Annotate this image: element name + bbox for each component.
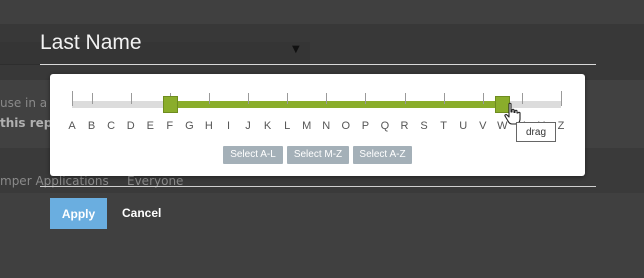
slider-letter-z: Z	[557, 120, 565, 132]
slider-letter-l: L	[284, 120, 291, 132]
slider-tick	[561, 91, 562, 106]
slider-tick	[92, 93, 93, 104]
slider-letter-v: V	[479, 120, 487, 132]
slider-letter-r: R	[400, 120, 409, 132]
slider-tick	[287, 93, 288, 104]
slider-tick	[248, 93, 249, 104]
slider-letter-i: I	[226, 120, 230, 132]
slider-tick	[326, 93, 327, 104]
slider-tick	[444, 93, 445, 104]
dialog-title: Last Name	[40, 31, 142, 54]
cancel-button[interactable]: Cancel	[118, 198, 165, 229]
select-m-z-button[interactable]: Select M-Z	[287, 146, 349, 164]
slider-letter-m: M	[302, 120, 312, 132]
slider-letter-d: D	[126, 120, 135, 132]
apply-button[interactable]: Apply	[50, 198, 107, 229]
drag-tooltip: drag	[516, 122, 556, 142]
slider-letter-a: A	[68, 120, 76, 132]
slider-start-handle[interactable]	[162, 96, 178, 113]
slider-letter-b: B	[87, 120, 96, 132]
slider-track[interactable]	[72, 101, 561, 108]
slider-letter-k: K	[263, 120, 272, 132]
slider-range-fill	[169, 101, 503, 108]
slider-letter-e: E	[146, 120, 154, 132]
select-a-l-button[interactable]: Select A-L	[223, 146, 283, 164]
slider-tick	[209, 93, 210, 104]
slider-tick	[365, 93, 366, 104]
chevron-down-icon: ▼	[292, 44, 300, 55]
slider-tick	[522, 93, 523, 104]
slider-letter-p: P	[361, 120, 370, 132]
slider-letter-c: C	[107, 120, 116, 132]
slider-letter-q: Q	[380, 120, 390, 132]
slider-tick	[131, 93, 132, 104]
slider-letter-h: H	[204, 120, 213, 132]
slider-letter-n: N	[322, 120, 331, 132]
slider-tick	[72, 91, 73, 106]
slider-letter-o: O	[341, 120, 351, 132]
title-divider	[40, 64, 596, 65]
slider-letter-s: S	[420, 120, 428, 132]
slider-letter-j: J	[245, 120, 251, 132]
slider-letter-u: U	[459, 120, 468, 132]
select-a-z-button[interactable]: Select A-Z	[353, 146, 412, 164]
background-band-top	[0, 0, 644, 24]
slider-tick	[483, 93, 484, 104]
slider-letter-f: F	[166, 120, 174, 132]
slider-letter-t: T	[440, 120, 447, 132]
slider-tick	[405, 93, 406, 104]
slider-letter-g: G	[185, 120, 194, 132]
field-divider	[40, 186, 596, 187]
